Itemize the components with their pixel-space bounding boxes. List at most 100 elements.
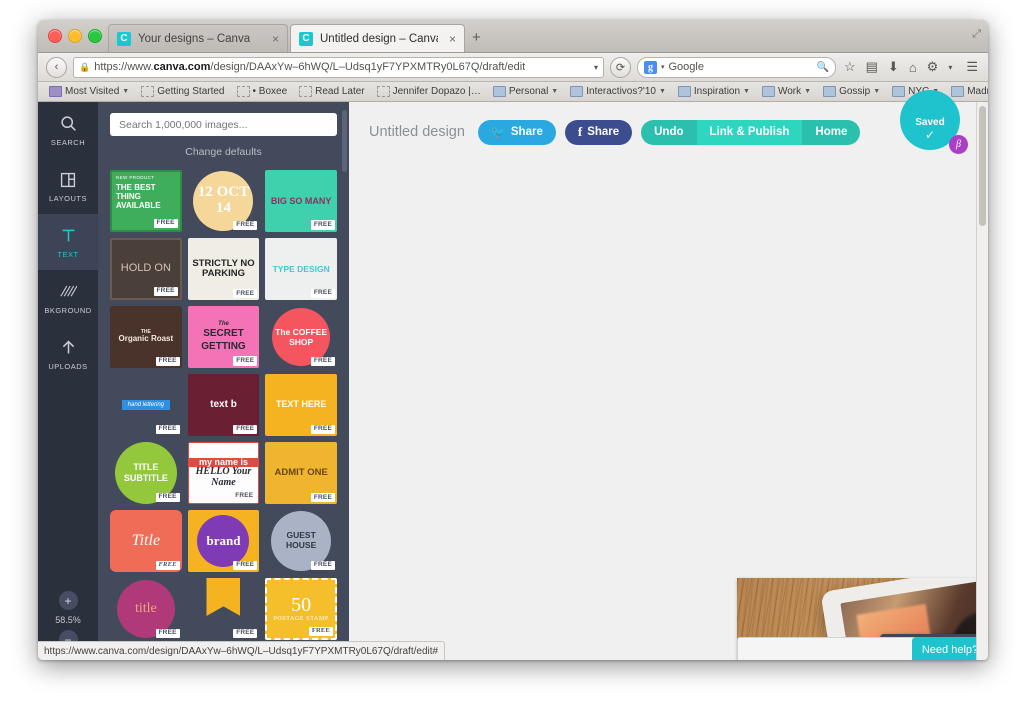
- status-url: https://www.canva.com/design/DAAxYw–6hWQ…: [44, 645, 439, 657]
- zoom-level-value: 58.5%: [55, 615, 81, 625]
- template-thumbnail[interactable]: my name is HELLO Your Name FREE: [187, 442, 260, 504]
- minimize-window-button[interactable]: [68, 29, 82, 43]
- template-title: brand: [197, 515, 250, 567]
- design-canvas[interactable]: CREATING Visual Gr a text block: [737, 340, 988, 660]
- free-badge: FREE: [155, 629, 180, 638]
- free-badge: FREE: [310, 425, 335, 434]
- panel-scrollbar[interactable]: [342, 110, 347, 172]
- url-dropdown-icon[interactable]: ▾: [594, 63, 598, 72]
- sidebar-item-label: BKGROUND: [44, 305, 92, 315]
- chevron-down-icon: ▼: [122, 88, 130, 95]
- zoom-in-button[interactable]: +: [58, 591, 78, 610]
- template-thumbnail[interactable]: The COFFEE SHOP FREE: [265, 306, 337, 368]
- bookmark-inspiration[interactable]: Inspiration ▼: [673, 85, 755, 98]
- bookmarks-bar: Most Visited ▼ Getting Started • Boxee R…: [38, 82, 988, 102]
- address-bar[interactable]: 🔒 https://www.canva.com/design/DAAxYw–6h…: [73, 56, 604, 78]
- bookmark-label: Read Later: [315, 86, 365, 97]
- search-icon[interactable]: 🔍: [817, 62, 829, 73]
- search-input[interactable]: [110, 113, 337, 136]
- template-thumbnail[interactable]: TEXT HERE FREE: [265, 374, 337, 436]
- folder-icon: [823, 86, 837, 97]
- template-thumbnail[interactable]: GUEST HOUSE FREE: [265, 510, 337, 572]
- sidebar-item-search[interactable]: SEARCH: [38, 102, 98, 158]
- bookmark-getting-started[interactable]: Getting Started: [136, 85, 229, 98]
- facebook-share-button[interactable]: f Share: [564, 119, 633, 145]
- zoom-window-button[interactable]: [88, 29, 102, 43]
- sidebar-item-text[interactable]: TEXT: [38, 214, 98, 270]
- free-badge: FREE: [233, 425, 258, 434]
- bookmark-work[interactable]: Work ▼: [757, 85, 816, 98]
- search-bar[interactable]: g ▾ Google 🔍: [636, 56, 836, 78]
- scrollbar-thumb[interactable]: [979, 106, 986, 226]
- bookmark-jennifer-dopazo[interactable]: Jennifer Dopazo |…: [372, 85, 486, 98]
- bookmark-boxee[interactable]: • Boxee: [232, 85, 293, 98]
- template-title: THE BEST THING AVAILABLE: [116, 182, 161, 211]
- reload-button[interactable]: ⟳: [609, 56, 631, 78]
- design-title[interactable]: Untitled design: [369, 124, 465, 140]
- template-thumbnail[interactable]: ADMIT ONE FREE: [265, 442, 337, 504]
- home-button[interactable]: Home: [802, 120, 860, 145]
- chevron-down-icon: ▼: [804, 88, 812, 95]
- undo-button[interactable]: Undo: [641, 120, 696, 145]
- bookmark-gossip[interactable]: Gossip ▼: [818, 85, 885, 98]
- template-thumbnail[interactable]: text b FREE: [187, 374, 260, 436]
- url-text: https://www.canva.com/design/DAAxYw–6hWQ…: [94, 61, 526, 73]
- free-badge: FREE: [233, 221, 258, 230]
- link-and-publish-button[interactable]: Link & Publish: [696, 119, 803, 145]
- home-icon[interactable]: ⌂: [907, 60, 919, 75]
- close-window-button[interactable]: [48, 29, 62, 43]
- close-tab-icon[interactable]: ×: [449, 32, 456, 46]
- template-thumbnail[interactable]: 12 OCT 14 FREE: [187, 170, 260, 232]
- bookmark-madrid[interactable]: Madrid ▼: [946, 85, 988, 98]
- sidebar-item-layouts[interactable]: LAYOUTS: [38, 158, 98, 214]
- menu-icon[interactable]: ☰: [964, 59, 980, 75]
- chevron-down-icon[interactable]: ▾: [946, 63, 954, 72]
- bookmark-interactivos[interactable]: Interactivos?'10 ▼: [565, 85, 671, 98]
- template-thumbnail[interactable]: TYPE DESIGN FREE: [265, 238, 337, 300]
- window-resize-icon[interactable]: ⤢: [972, 28, 981, 41]
- template-thumbnail[interactable]: Title FREE: [110, 510, 182, 572]
- facebook-icon: f: [577, 124, 583, 139]
- change-defaults-link[interactable]: Change defaults: [98, 146, 349, 158]
- canva-favicon: C: [117, 31, 131, 46]
- template-title: BIG SO MANY: [270, 195, 332, 206]
- bookmark-read-later[interactable]: Read Later: [294, 85, 369, 98]
- chevron-down-icon[interactable]: ▾: [661, 63, 665, 71]
- sidebar-item-label: SEARCH: [50, 137, 86, 147]
- free-badge: FREE: [310, 220, 335, 230]
- window-traffic-lights[interactable]: [48, 29, 102, 43]
- sidebar-item-uploads[interactable]: UPLOADS: [38, 326, 98, 382]
- reader-icon[interactable]: ▤: [864, 59, 880, 75]
- template-thumbnail[interactable]: THE Organic Roast FREE: [110, 306, 182, 368]
- download-icon[interactable]: ⬇: [886, 59, 901, 75]
- desktop-background: C Your designs – Canva × C Untitled desi…: [0, 0, 1024, 719]
- template-thumbnail[interactable]: brand FREE: [187, 510, 260, 572]
- free-badge: FREE: [310, 289, 335, 298]
- template-thumbnail[interactable]: The SECRET GETTING FREE: [187, 306, 260, 368]
- template-thumbnail[interactable]: NEW PRODUCT THE BEST THING AVAILABLE FRE…: [110, 170, 182, 232]
- extension-icon[interactable]: ⚙: [925, 59, 941, 75]
- template-thumbnail[interactable]: FREE: [187, 578, 260, 640]
- template-thumbnail[interactable]: hand lettering FREE: [110, 374, 182, 436]
- bookmark-label: Work: [777, 86, 802, 97]
- close-tab-icon[interactable]: ×: [272, 32, 279, 46]
- sidebar-item-bkground[interactable]: BKGROUND: [38, 270, 98, 326]
- star-icon[interactable]: ☆: [842, 59, 858, 75]
- bookmark-personal[interactable]: Personal ▼: [488, 85, 563, 98]
- bookmark-most-visited[interactable]: Most Visited ▼: [44, 85, 134, 98]
- page-scrollbar[interactable]: [976, 102, 988, 660]
- browser-tab-your-designs[interactable]: C Your designs – Canva ×: [108, 24, 288, 52]
- back-button[interactable]: ‹: [46, 56, 67, 78]
- bookmark-icon: [236, 86, 250, 97]
- template-thumbnail[interactable]: title FREE: [110, 578, 182, 640]
- template-thumbnail[interactable]: BIG SO MANY FREE: [265, 170, 337, 232]
- new-tab-button[interactable]: +: [472, 29, 481, 46]
- background-icon: [59, 282, 77, 302]
- template-thumbnail[interactable]: 50 POSTAGE STAMP FREE: [265, 578, 337, 640]
- template-thumbnail[interactable]: HOLD ON FREE: [110, 238, 182, 300]
- browser-tab-untitled-design[interactable]: C Untitled design – Canva ×: [290, 24, 465, 52]
- twitter-share-button[interactable]: 🐦 Share: [477, 119, 556, 145]
- template-thumbnail[interactable]: STRICTLY NO PARKING FREE: [187, 238, 260, 300]
- template-title: TEXT HERE: [275, 399, 327, 410]
- template-thumbnail[interactable]: TITLE SUBTITLE FREE: [110, 442, 182, 504]
